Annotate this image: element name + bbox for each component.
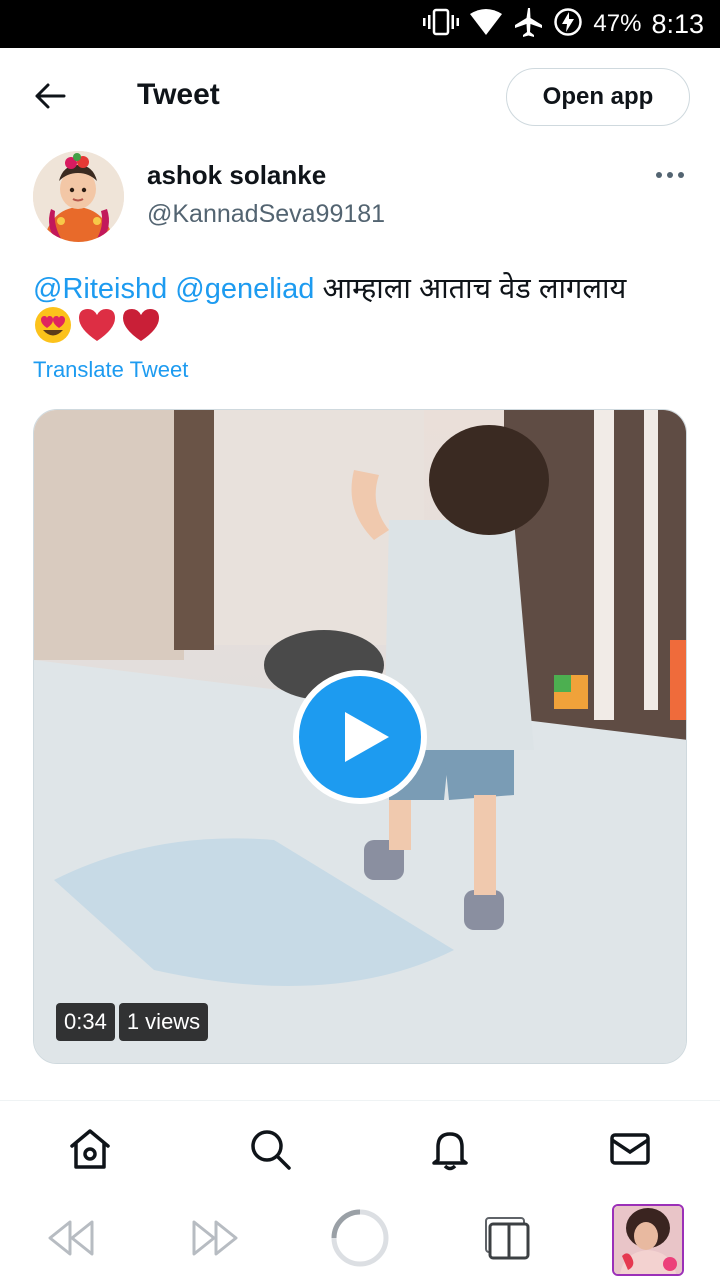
mention-link[interactable]: @geneliad <box>175 273 314 305</box>
browser-bar <box>0 1200 720 1280</box>
notifications-bell-icon <box>428 1127 472 1176</box>
browser-back-button[interactable] <box>38 1208 102 1272</box>
nav-notifications[interactable] <box>426 1127 474 1175</box>
battery-percentage: 47% <box>593 10 642 37</box>
tweet-author: ashok solanke @KannadSeva99181 <box>0 148 720 248</box>
more-options-button[interactable] <box>652 160 688 190</box>
emoji-row <box>33 307 693 350</box>
user-handle[interactable]: @KannadSeva99181 <box>147 200 385 229</box>
more-dots-icon <box>655 166 685 184</box>
translate-tweet-link[interactable]: Translate Tweet <box>33 357 188 383</box>
red-heart-emoji-icon <box>121 305 161 355</box>
clock: 8:13 <box>651 8 704 39</box>
view-count: 1 views <box>118 1003 209 1041</box>
back-arrow-icon <box>34 82 66 115</box>
nav-home[interactable] <box>66 1127 114 1175</box>
avatar[interactable] <box>33 151 124 242</box>
profile-thumbnail[interactable] <box>612 1204 684 1276</box>
video-duration: 0:34 <box>56 1003 115 1041</box>
play-icon <box>293 670 427 808</box>
wifi-icon <box>469 8 503 41</box>
vibrate-icon <box>423 8 460 41</box>
heart-eyes-emoji-icon <box>33 305 73 355</box>
nav-search[interactable] <box>246 1127 294 1175</box>
open-app-button[interactable]: Open app <box>506 68 690 126</box>
mention-link[interactable]: @Riteishd <box>33 273 167 305</box>
browser-forward-button[interactable] <box>184 1208 248 1272</box>
messages-envelope-icon <box>608 1127 652 1176</box>
app-header: Tweet Open app <box>0 48 720 148</box>
home-icon <box>68 1127 112 1176</box>
bottom-nav <box>0 1101 720 1201</box>
browser-tabs-button[interactable] <box>474 1208 538 1272</box>
tweet-text: @Riteishd @geneliad आम्हाला आताच वेड लाग… <box>33 270 693 350</box>
fast-forward-icon <box>190 1218 242 1263</box>
rewind-icon <box>44 1218 96 1263</box>
red-heart-emoji-icon <box>77 305 117 355</box>
status-bar: 47% 8:13 <box>0 0 720 48</box>
nav-messages[interactable] <box>606 1127 654 1175</box>
loading-spinner-icon <box>330 1208 390 1273</box>
battery-charging-icon <box>553 7 583 42</box>
tweet-body-text: आम्हाला आताच वेड लागलाय <box>322 273 627 305</box>
display-name[interactable]: ashok solanke <box>147 160 326 191</box>
search-icon <box>248 1127 292 1176</box>
airplane-mode-icon <box>513 7 543 42</box>
tabs-icon <box>482 1216 530 1265</box>
page-title: Tweet <box>137 78 220 111</box>
back-button[interactable] <box>26 74 74 122</box>
video-badges: 0:34 1 views <box>56 1003 209 1041</box>
play-button[interactable] <box>293 670 427 804</box>
browser-reload-button[interactable] <box>328 1208 392 1272</box>
tweet-video[interactable]: 0:34 1 views <box>33 409 687 1064</box>
